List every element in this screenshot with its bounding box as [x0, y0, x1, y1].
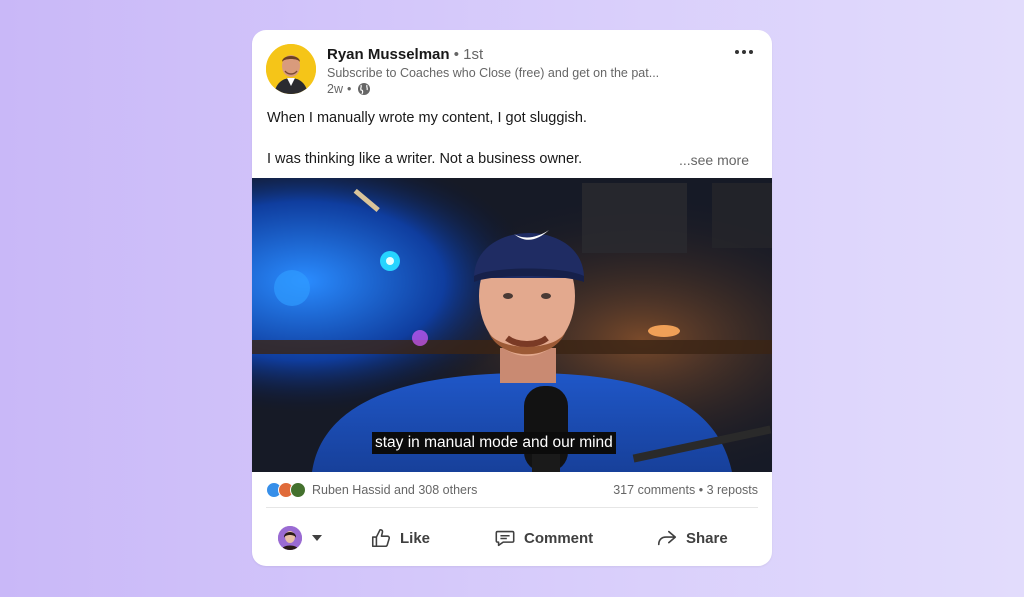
reaction-icons[interactable]	[266, 482, 306, 498]
reaction-identity-selector[interactable]	[278, 518, 322, 558]
post-meta: 2w •	[327, 82, 371, 96]
video-frame	[252, 178, 772, 472]
chevron-down-icon	[312, 535, 322, 541]
like-button[interactable]: Like	[370, 518, 430, 558]
social-counts: Ruben Hassid and 308 others 317 comments…	[266, 482, 758, 500]
reposts-count[interactable]: 3 reposts	[707, 483, 758, 497]
name-separator: •	[453, 46, 459, 63]
globe-icon	[357, 82, 371, 96]
reactors-text[interactable]: Ruben Hassid and 308 others	[312, 483, 477, 497]
insightful-reaction-icon	[290, 482, 306, 498]
author-photo	[266, 44, 316, 94]
comment-button[interactable]: Comment	[494, 518, 593, 558]
my-avatar	[278, 526, 302, 550]
share-label: Share	[686, 529, 728, 547]
thumbs-up-icon	[371, 528, 391, 548]
author-name[interactable]: Ryan Musselman	[327, 46, 450, 63]
post-time: 2w	[327, 82, 343, 96]
post-video[interactable]: stay in manual mode and our mind	[252, 178, 772, 472]
comment-label: Comment	[524, 529, 594, 547]
action-bar: Like Comment Share	[252, 518, 772, 558]
meta-separator: •	[346, 82, 352, 96]
post-text-line-2: I was thinking like a writer. Not a busi…	[267, 151, 583, 167]
video-caption: stay in manual mode and our mind	[372, 432, 616, 454]
author-name-row: Ryan Musselman • 1st	[327, 46, 483, 63]
author-avatar[interactable]	[266, 44, 316, 94]
post-card: Ryan Musselman • 1st Subscribe to Coache…	[252, 30, 772, 566]
stats-separator: •	[698, 483, 704, 497]
share-icon	[657, 530, 677, 546]
connection-degree: 1st	[463, 46, 484, 63]
like-label: Like	[400, 529, 431, 547]
comment-icon	[495, 530, 515, 547]
author-headline: Subscribe to Coaches who Close (free) an…	[327, 66, 660, 80]
more-options-icon[interactable]	[730, 42, 758, 62]
share-button[interactable]: Share	[656, 518, 728, 558]
engagement-stats: 317 comments • 3 reposts	[613, 483, 758, 497]
post-text-line-1: When I manually wrote my content, I got …	[267, 110, 587, 126]
actions-divider	[266, 507, 758, 508]
see-more-link[interactable]: ...see more	[679, 152, 749, 168]
comments-count[interactable]: 317 comments	[613, 483, 695, 497]
